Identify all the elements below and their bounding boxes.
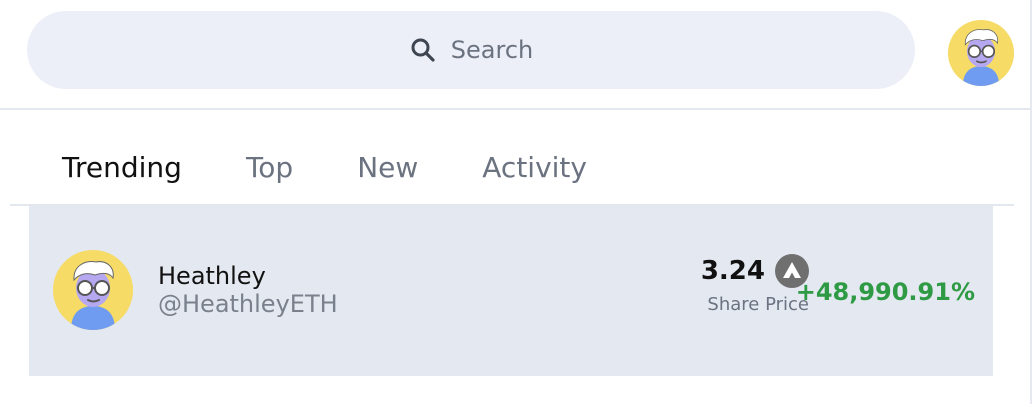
profile-avatar[interactable] xyxy=(948,20,1014,86)
user-handle: @HeathleyETH xyxy=(158,290,338,318)
search-bar[interactable]: Search xyxy=(27,11,915,89)
list-item[interactable]: Heathley @HeathleyETH 3.24 Share Price +… xyxy=(29,206,993,376)
user-avatar-icon xyxy=(948,20,1014,86)
tab-trending[interactable]: Trending xyxy=(62,148,182,188)
price-line: 3.24 xyxy=(701,254,809,288)
tab-activity[interactable]: Activity xyxy=(482,148,587,188)
share-price: 3.24 Share Price xyxy=(701,254,809,315)
user-avatar-icon xyxy=(53,250,133,330)
price-change: +48,990.91% xyxy=(795,278,975,306)
search-placeholder: Search xyxy=(450,36,534,64)
search-icon xyxy=(411,38,435,62)
header-divider xyxy=(0,108,1030,110)
header: Search xyxy=(0,0,1030,110)
avatar xyxy=(53,250,133,330)
user-name: Heathley xyxy=(158,262,266,290)
tab-new[interactable]: New xyxy=(357,148,418,188)
tab-bar: Trending Top New Activity xyxy=(62,148,587,188)
page-edge-divider xyxy=(1030,0,1032,404)
tab-top[interactable]: Top xyxy=(246,148,293,188)
price-value: 3.24 xyxy=(700,256,765,286)
price-caption: Share Price xyxy=(707,294,809,315)
page: Search Trending Top New Activity Heathle… xyxy=(0,0,1036,404)
